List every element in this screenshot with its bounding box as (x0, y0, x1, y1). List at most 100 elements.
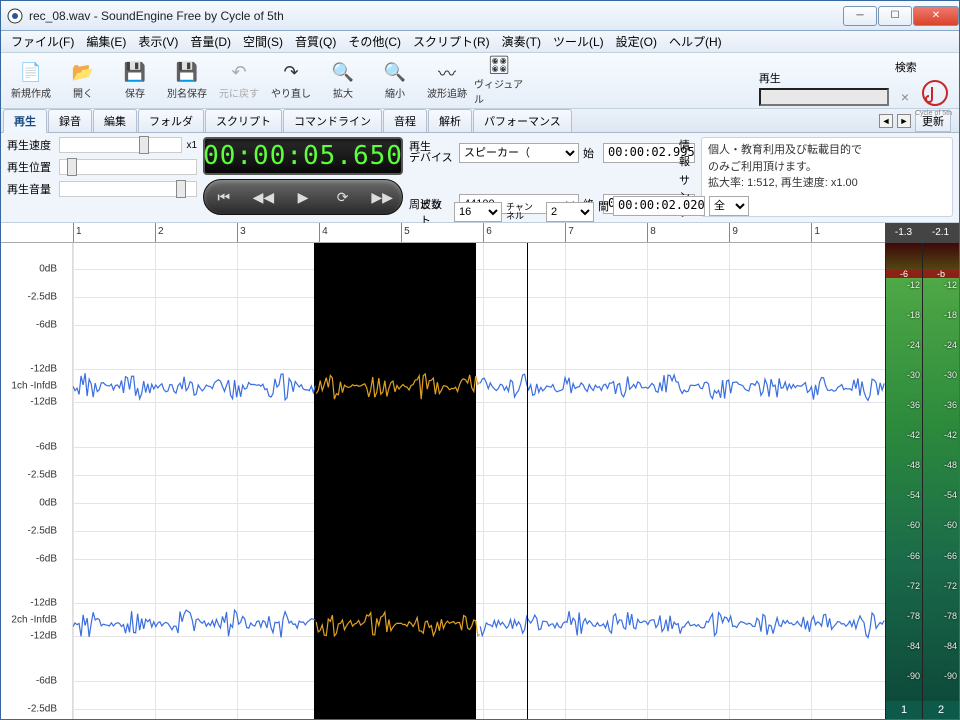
chan-label: チャン ネル (506, 203, 542, 221)
tabbar: 再生 録音 編集 フォルダ スクリプト コマンドライン 音程 解析 パフォーマン… (1, 109, 959, 133)
waveform-svg (73, 243, 885, 716)
time-display: 00:00:05.650 (203, 137, 403, 175)
menu-help[interactable]: ヘルプ(H) (663, 31, 728, 52)
tab-analyze[interactable]: 解析 (428, 109, 472, 132)
menu-tool[interactable]: ツール(L) (547, 31, 610, 52)
level-meters: -1.3 -2.1 -6 -12-18-24-30-36-42-48-54-60… (885, 223, 959, 719)
speed-slider[interactable] (59, 137, 182, 153)
open-button[interactable]: 📂開く (57, 55, 109, 105)
play-panel: 再生速度 x1 再生位置 再生音量 00:00:05.650 ⏮ ◀◀ ▶ ⟳ ▶… (1, 133, 959, 223)
tab-folder[interactable]: フォルダ (138, 109, 204, 132)
meter-header-l: -1.3 (885, 223, 922, 243)
tab-edit[interactable]: 編集 (93, 109, 137, 132)
tab-pitch[interactable]: 音程 (383, 109, 427, 132)
brand-logo: Cycle of 5th (915, 77, 955, 117)
meter-right[interactable]: -b -12-18-24-30-36-42-48-54-60-66-72-78-… (922, 243, 959, 701)
window-controls: ─ ☐ ✕ (842, 6, 959, 26)
menu-edit[interactable]: 編集(E) (80, 31, 132, 52)
dur-label: 間 (598, 198, 609, 214)
menu-volume[interactable]: 音量(D) (184, 31, 237, 52)
menu-script[interactable]: スクリプト(R) (407, 31, 496, 52)
menu-view[interactable]: 表示(V) (132, 31, 184, 52)
app-icon (7, 8, 23, 24)
menu-other[interactable]: その他(C) (342, 31, 407, 52)
play-field[interactable] (759, 88, 889, 106)
zoom-out-icon: 🔍 (383, 61, 407, 85)
zoomin-button[interactable]: 🔍拡大 (317, 55, 369, 105)
meter-left[interactable]: -6 -12-18-24-30-36-42-48-54-60-66-72-78-… (885, 243, 922, 701)
new-button[interactable]: 📄新規作成 (5, 55, 57, 105)
skip-back-button[interactable]: ⏮ (208, 183, 240, 211)
position-label: 再生位置 (7, 159, 55, 175)
saveas-icon: 💾 (175, 61, 199, 85)
meter-header-r: -2.1 (922, 223, 959, 243)
svg-text:Cycle of 5th: Cycle of 5th (915, 110, 952, 117)
redo-button[interactable]: ↷やり直し (265, 55, 317, 105)
zoomout-button[interactable]: 🔍縮小 (369, 55, 421, 105)
volume-slider[interactable] (59, 181, 197, 197)
undo-button[interactable]: ↶元に戻す (213, 55, 265, 105)
menu-quality[interactable]: 音質(Q) (289, 31, 342, 52)
tab-script[interactable]: スクリプト (205, 109, 282, 132)
meter-peak-r: -b (923, 270, 959, 278)
tab-cmd[interactable]: コマンドライン (283, 109, 382, 132)
close-button[interactable]: ✕ (913, 6, 959, 26)
titlebar[interactable]: rec_08.wav - SoundEngine Free by Cycle o… (1, 1, 959, 31)
next-button[interactable]: ► (897, 114, 911, 128)
waveform-area: 0dB-2.5dB-6dB-12dB1ch -InfdB-12dB-6dB-2.… (1, 243, 885, 719)
forward-button[interactable]: ▶▶ (366, 183, 398, 211)
all-select[interactable]: 全 (709, 196, 749, 216)
waveform-icon: 〰 (435, 61, 459, 85)
speed-mult: x1 (186, 140, 197, 151)
folder-open-icon: 📂 (71, 61, 95, 85)
menubar: ファイル(F) 編集(E) 表示(V) 音量(D) 空間(S) 音質(Q) その… (1, 31, 959, 53)
rewind-button[interactable]: ◀◀ (247, 183, 279, 211)
device-select[interactable]: スピーカー（ (459, 143, 579, 163)
db-scale: 0dB-2.5dB-6dB-12dB1ch -InfdB-12dB-6dB-2.… (1, 243, 73, 719)
toolbar: 📄新規作成 📂開く 💾保存 💾別名保存 ↶元に戻す ↷やり直し 🔍拡大 🔍縮小 … (1, 53, 959, 109)
tab-perf[interactable]: パフォーマンス (473, 109, 572, 132)
file-new-icon: 📄 (19, 61, 43, 85)
tab-play[interactable]: 再生 (3, 109, 47, 133)
bit-select[interactable]: 16 (454, 202, 502, 222)
chan-select[interactable]: 2 (546, 202, 594, 222)
visual-button[interactable]: 🎛ヴィジュアル (473, 55, 525, 105)
meter-foot-r[interactable]: 2 (922, 701, 959, 719)
saveas-button[interactable]: 💾別名保存 (161, 55, 213, 105)
save-icon: 💾 (123, 61, 147, 85)
dur-value[interactable]: 00:00:02.020 (613, 196, 705, 216)
redo-icon: ↷ (279, 61, 303, 85)
minimize-button[interactable]: ─ (843, 6, 877, 26)
toolbar-right: 再生 検索 × Cycle of 5th (759, 55, 955, 117)
maximize-button[interactable]: ☐ (878, 6, 912, 26)
play-field-label: 再生 (759, 70, 781, 86)
save-button[interactable]: 💾保存 (109, 55, 161, 105)
play-button[interactable]: ▶ (287, 183, 319, 211)
menu-file[interactable]: ファイル(F) (5, 31, 80, 52)
position-slider[interactable] (59, 159, 197, 175)
loop-button[interactable]: ⟳ (327, 183, 359, 211)
menu-setting[interactable]: 設定(O) (610, 31, 663, 52)
clear-icon[interactable]: × (895, 89, 915, 105)
device-label: 再生 デバイス (409, 142, 455, 164)
window-title: rec_08.wav - SoundEngine Free by Cycle o… (29, 9, 842, 23)
app-window: rec_08.wav - SoundEngine Free by Cycle o… (0, 0, 960, 720)
menu-space[interactable]: 空間(S) (237, 31, 289, 52)
meter-foot-l[interactable]: 1 (885, 701, 922, 719)
visual-icon: 🎛 (487, 55, 511, 76)
transport-bar: ⏮ ◀◀ ▶ ⟳ ▶▶ (203, 179, 403, 215)
volume-label: 再生音量 (7, 181, 55, 197)
speed-label: 再生速度 (7, 137, 55, 153)
time-ruler[interactable]: 1234567891 (1, 223, 885, 243)
undo-icon: ↶ (227, 61, 251, 85)
start-label: 始 (583, 145, 599, 161)
tab-record[interactable]: 録音 (48, 109, 92, 132)
wavefollow-button[interactable]: 〰波形追跡 (421, 55, 473, 105)
waveform-canvas[interactable] (73, 243, 885, 719)
info-label: 情報 (679, 137, 695, 169)
search-field-label: 検索 (895, 59, 917, 75)
prev-button[interactable]: ◄ (879, 114, 893, 128)
meter-peak-l: -6 (886, 270, 922, 278)
menu-play[interactable]: 演奏(T) (496, 31, 547, 52)
playhead-cursor[interactable] (527, 243, 528, 719)
